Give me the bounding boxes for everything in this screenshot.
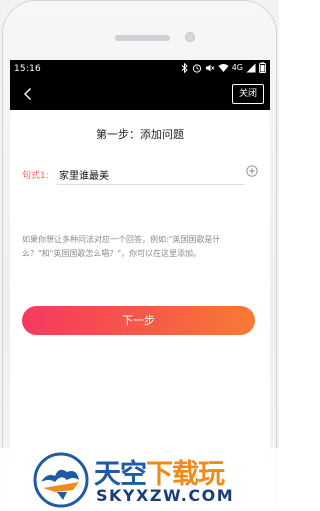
app-screen: 15:16 4G 关闭 第一步：添加问题 句式1: 家里谁最美 如果你想让多种问… bbox=[10, 60, 270, 511]
nav-bar: 关闭 bbox=[10, 78, 270, 110]
watermark: 天空下载玩 SKYXZW.COM bbox=[0, 448, 279, 511]
watermark-domain: SKYXZW.COM bbox=[96, 486, 235, 505]
watermark-logo bbox=[33, 452, 89, 508]
question-pattern-input[interactable] bbox=[57, 164, 245, 185]
next-step-button[interactable]: 下一步 bbox=[22, 306, 255, 335]
phone-frame: 15:16 4G 关闭 第一步：添加问题 句式1: 家里谁最美 如果你想让多种问… bbox=[0, 0, 279, 511]
close-button[interactable]: 关闭 bbox=[231, 84, 264, 104]
question-pattern-row: 句式1: bbox=[22, 164, 258, 186]
back-button[interactable] bbox=[18, 84, 38, 104]
plus-circle-icon bbox=[246, 165, 258, 177]
add-pattern-button[interactable] bbox=[246, 165, 258, 177]
page-title: 第一步：添加问题 bbox=[96, 128, 184, 141]
alarm-icon bbox=[192, 63, 201, 73]
status-time: 15:16 bbox=[14, 64, 41, 74]
hint-text: 如果你想让多种问法对应一个回答，例如:"英国国歌是什么？"和"英国国歌怎么唱？"… bbox=[22, 235, 221, 258]
phone-speaker bbox=[115, 35, 170, 41]
wifi-icon bbox=[218, 63, 229, 72]
watermark-title-part1: 天空 bbox=[94, 459, 147, 489]
signal-icon bbox=[246, 63, 256, 72]
watermark-title-part2: 下载玩 bbox=[146, 459, 225, 489]
network-type: 4G bbox=[231, 63, 243, 72]
bluetooth-icon bbox=[181, 62, 188, 73]
battery-icon bbox=[259, 62, 266, 73]
mute-icon bbox=[205, 64, 215, 71]
pattern-label: 句式1: bbox=[22, 171, 49, 181]
phone-camera bbox=[185, 32, 195, 42]
status-icons: 4G bbox=[181, 62, 266, 73]
status-bar: 15:16 4G bbox=[10, 60, 270, 78]
chevron-left-icon bbox=[24, 88, 31, 100]
